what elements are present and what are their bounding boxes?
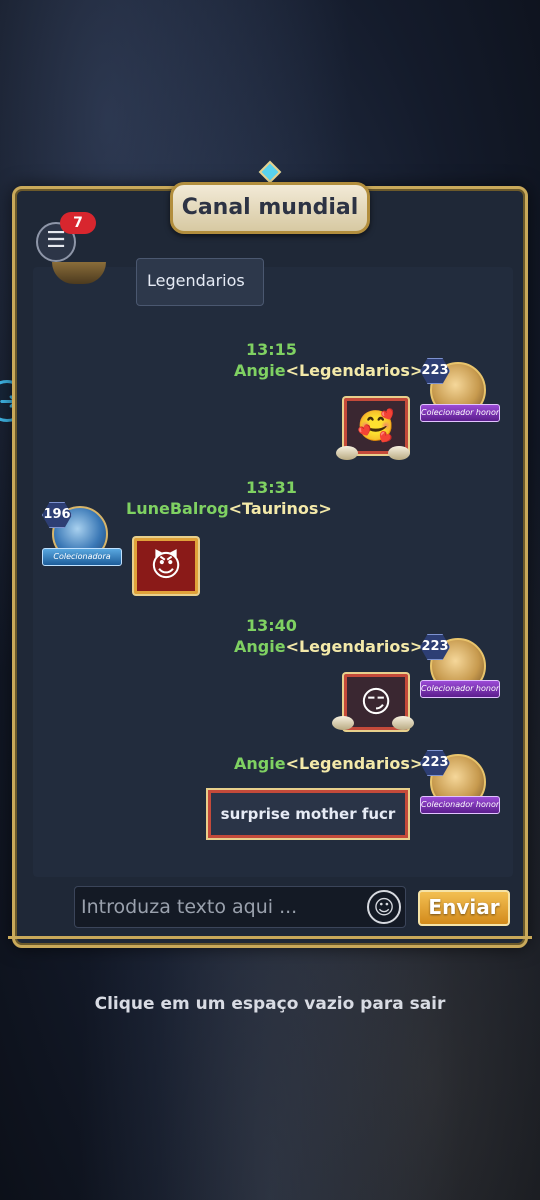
- panel-bottom-ornament: [8, 936, 532, 956]
- sender-guild: <Legendarios>: [285, 361, 424, 380]
- sender-guild: <Taurinos>: [228, 499, 332, 518]
- title-banner: Colecionador honorário: [420, 796, 500, 814]
- sender-guild: <Legendarios>: [285, 754, 424, 773]
- message-time: 13:15: [246, 340, 297, 359]
- avatar[interactable]: 223 Colecionador honorário: [420, 358, 500, 430]
- emoji-button[interactable]: ☺: [367, 890, 401, 924]
- sender-line: Angie<Legendarios>: [234, 754, 423, 773]
- sender-line: LuneBalrog<Taurinos>: [126, 499, 332, 518]
- message-input[interactable]: [81, 887, 361, 927]
- title-plate: Canal mundial: [170, 182, 370, 234]
- emoji-icon: ☺: [373, 895, 395, 919]
- message-time: 13:40: [246, 616, 297, 635]
- frame-wing-icon: [332, 716, 354, 730]
- title-banner: Colecionador honorário: [420, 680, 500, 698]
- sender-name[interactable]: LuneBalrog: [126, 499, 229, 518]
- avatar[interactable]: 196 Colecionadora: [42, 502, 122, 574]
- sender-name[interactable]: Angie: [234, 361, 286, 380]
- exit-hint[interactable]: Clique em um espaço vazio para sair: [0, 994, 540, 1014]
- avatar[interactable]: 223 Colecionador honorário: [420, 634, 500, 706]
- menu-icon: ☰: [46, 228, 66, 253]
- send-button[interactable]: Enviar: [418, 890, 510, 926]
- sender-name[interactable]: Angie: [234, 637, 286, 656]
- sender-guild: <Legendarios>: [285, 637, 424, 656]
- frame-wing-icon: [336, 446, 358, 460]
- message-time: 13:31: [246, 478, 297, 497]
- sender-line: Angie<Legendarios>: [234, 361, 423, 380]
- frame-wing-icon: [392, 716, 414, 730]
- message-bubble: Legendarios: [136, 258, 264, 306]
- title-banner: Colecionadora: [42, 548, 122, 566]
- chat-input-bar: ☺: [74, 886, 406, 928]
- page-title: Canal mundial: [181, 195, 359, 220]
- text-message[interactable]: surprise mother fucr: [208, 790, 408, 838]
- sender-line: Angie<Legendarios>: [234, 637, 423, 656]
- title-banner: Colecionador honorário: [420, 404, 500, 422]
- unread-badge: 7: [60, 212, 96, 234]
- avatar[interactable]: 223 Colecionador honorário: [420, 750, 500, 822]
- frame-wing-icon: [388, 446, 410, 460]
- sticker-message[interactable]: 😈: [134, 538, 198, 594]
- sender-name[interactable]: Angie: [234, 754, 286, 773]
